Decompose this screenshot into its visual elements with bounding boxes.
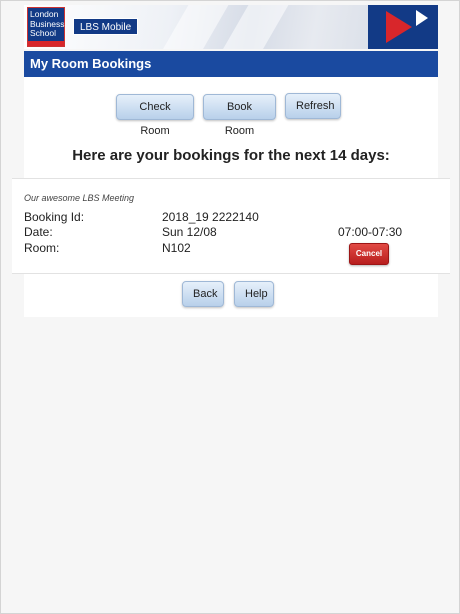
banner-decoration xyxy=(213,5,295,49)
booking-id-label: Booking Id: xyxy=(24,210,85,224)
header-banner: London Business School LBS Mobile xyxy=(24,5,438,49)
back-button[interactable]: Back xyxy=(182,281,224,307)
room-value: N102 xyxy=(162,241,191,255)
cancel-booking-button[interactable]: Cancel xyxy=(349,243,389,265)
book-room-button[interactable]: Book Room xyxy=(203,94,276,137)
logo-text: London Business School xyxy=(30,9,65,38)
booking-time: 07:00-07:30 xyxy=(338,225,403,239)
banner-decoration xyxy=(153,5,235,49)
app-frame: London Business School LBS Mobile My Roo… xyxy=(0,0,460,614)
date-value: Sun 12/08 xyxy=(162,225,217,239)
meeting-name: Our awesome LBS Meeting xyxy=(24,193,135,203)
refresh-button[interactable]: Refresh xyxy=(285,93,341,119)
brand-mark xyxy=(368,5,438,49)
page-title: My Room Bookings xyxy=(24,51,438,77)
check-room-button[interactable]: Check Room xyxy=(116,94,194,137)
booking-id-value: 2018_19 2222140 xyxy=(162,210,259,224)
play-icon xyxy=(416,10,428,26)
booking-card: Our awesome LBS Meeting Booking Id: 2018… xyxy=(12,178,450,274)
bookings-heading: Here are your bookings for the next 14 d… xyxy=(72,147,390,164)
logo-red-bar xyxy=(28,41,64,46)
app-badge: LBS Mobile xyxy=(73,18,139,35)
room-label: Room: xyxy=(24,241,60,255)
help-button[interactable]: Help xyxy=(234,281,274,307)
date-label: Date: xyxy=(24,225,53,239)
red-arrow-icon xyxy=(386,11,412,43)
lbs-logo: London Business School xyxy=(27,7,65,47)
